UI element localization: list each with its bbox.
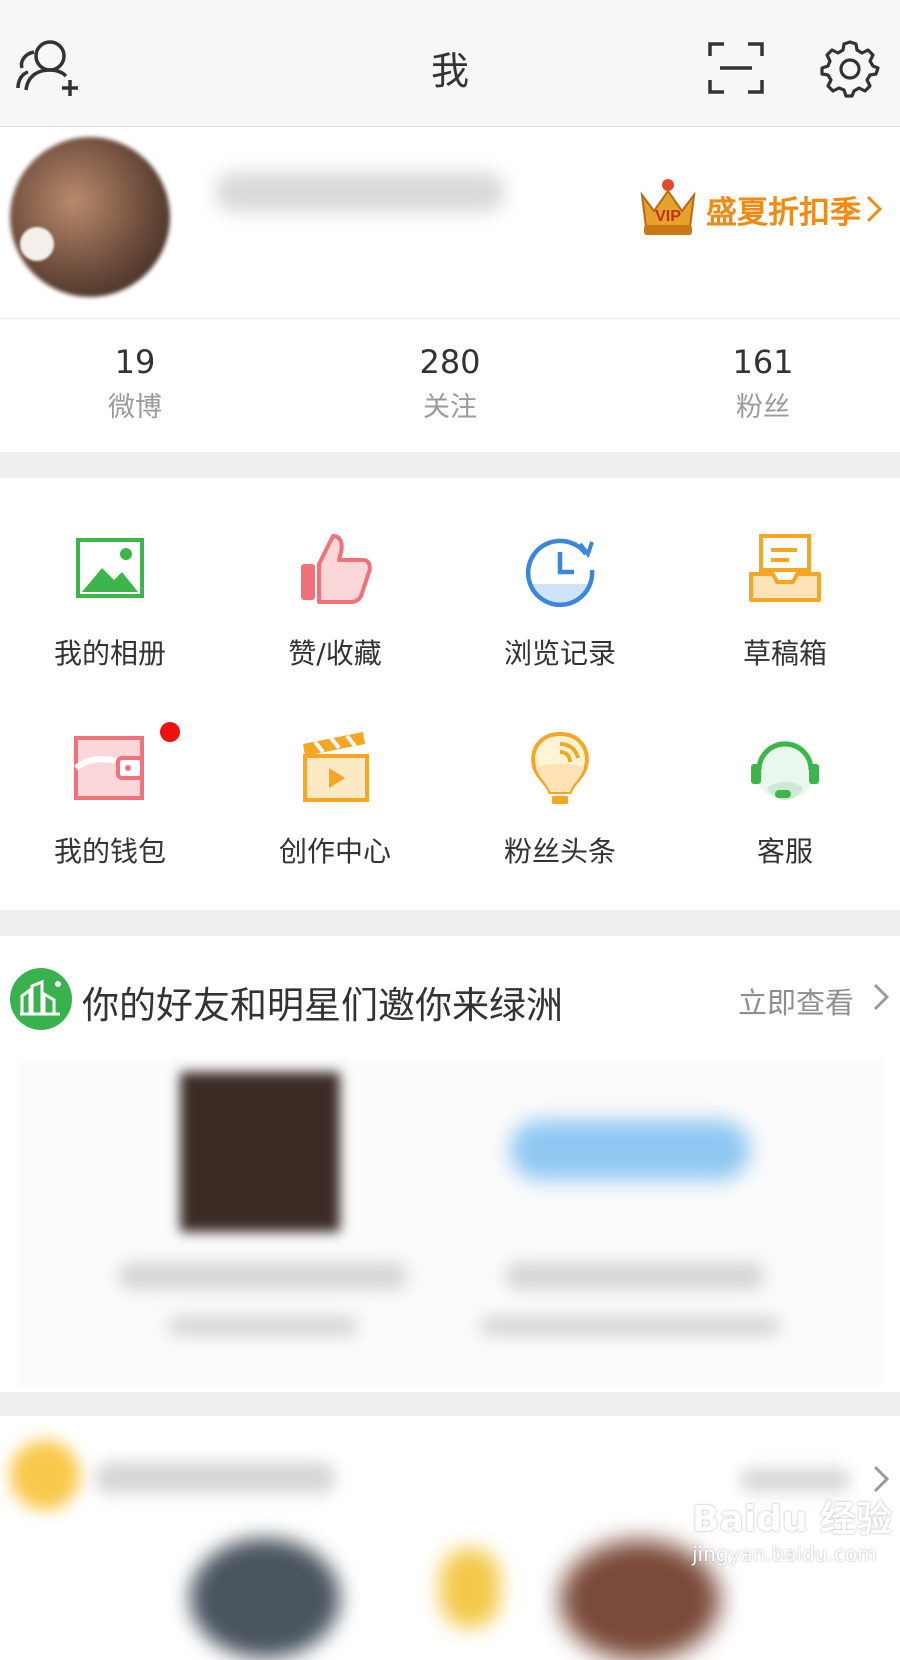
username-blurred <box>215 172 505 212</box>
grid-label-drafts: 草稿箱 <box>742 637 827 670</box>
thumbs-up-icon <box>301 534 372 604</box>
grid-label-fans-headline: 粉丝头条 <box>503 835 616 868</box>
blurred-avatar <box>440 1548 500 1628</box>
chevron-right-icon[interactable] <box>872 982 890 1012</box>
grid-label-album: 我的相册 <box>53 637 166 670</box>
stats-bar: 19 微博 280 关注 161 粉丝 <box>0 318 900 453</box>
stat-following-count: 280 <box>419 343 481 381</box>
baidu-watermark: Baidu 经验 jingyan.baidu.com <box>692 1490 892 1566</box>
grid-item-likes[interactable]: 赞/收藏 <box>225 530 445 672</box>
grid-item-drafts[interactable]: 草稿箱 <box>675 530 895 672</box>
oasis-card-image-blurred <box>180 1072 340 1232</box>
watermark-url: jingyan.baidu.com <box>692 1542 877 1566</box>
stat-weibo-count: 19 <box>114 343 156 381</box>
blurred-text-line <box>95 1462 335 1494</box>
section-divider <box>0 910 900 936</box>
grid-item-history[interactable]: 浏览记录 <box>450 530 670 672</box>
oasis-card-button-blurred <box>510 1120 750 1180</box>
wallet-icon <box>74 736 144 800</box>
grid-item-fans-headline[interactable]: 粉丝头条 <box>450 728 670 870</box>
section-divider <box>0 452 900 478</box>
grid-item-wallet[interactable]: 我的钱包 <box>0 728 220 870</box>
stat-followers-label: 粉丝 <box>736 392 790 423</box>
blurred-section-icon <box>10 1440 80 1510</box>
oasis-logo-icon <box>10 968 72 1030</box>
vip-crown-icon: VIP <box>640 179 696 235</box>
chevron-right-icon <box>866 195 883 223</box>
stat-following[interactable]: 280 关注 <box>370 343 530 424</box>
grid-item-album[interactable]: 我的相册 <box>0 530 220 672</box>
grid-item-customer-service[interactable]: 客服 <box>675 728 895 870</box>
blurred-text-line <box>118 1262 408 1290</box>
clapperboard-icon <box>303 732 369 802</box>
stat-weibo[interactable]: 19 微博 <box>55 343 215 424</box>
stat-followers[interactable]: 161 粉丝 <box>683 343 843 424</box>
profile-section[interactable]: VIP 盛夏折扣季 <box>0 127 900 317</box>
grid-label-creator: 创作中心 <box>278 835 391 868</box>
watermark-brand: Baidu 经验 <box>692 1499 893 1540</box>
lightbulb-icon <box>531 731 589 804</box>
grid-label-wallet: 我的钱包 <box>53 835 166 868</box>
oasis-view-now-link[interactable]: 立即查看 <box>738 980 854 1022</box>
oasis-link-label: 立即查看 <box>738 986 855 1020</box>
photo-album-icon <box>76 538 144 598</box>
blurred-text-line <box>168 1316 358 1336</box>
blurred-text-line <box>480 1316 780 1336</box>
page-title: 我 <box>430 49 469 93</box>
history-clock-icon <box>525 538 595 608</box>
grid-label-history: 浏览记录 <box>503 637 616 670</box>
grid-label-customer-service: 客服 <box>756 835 813 868</box>
scan-icon[interactable] <box>708 42 764 94</box>
grid-item-creator[interactable]: 创作中心 <box>225 728 445 870</box>
stat-followers-count: 161 <box>732 343 794 381</box>
stat-following-label: 关注 <box>423 392 477 423</box>
grid-label-likes: 赞/收藏 <box>288 637 382 670</box>
vip-promo-link[interactable]: VIP 盛夏折扣季 <box>636 177 883 241</box>
avatar[interactable] <box>10 137 170 297</box>
blurred-avatar <box>190 1538 340 1658</box>
svg-text:VIP: VIP <box>655 208 681 225</box>
headset-icon <box>751 740 819 800</box>
avatar-dog-detail <box>20 227 54 261</box>
oasis-cards-blurred[interactable] <box>18 1058 882 1388</box>
top-bar: 我 <box>0 0 900 127</box>
settings-gear-icon[interactable] <box>820 38 880 98</box>
wallet-notification-badge <box>160 722 180 742</box>
blurred-text-line <box>740 1468 850 1492</box>
promo-label: 盛夏折扣季 <box>706 194 861 231</box>
stat-weibo-label: 微博 <box>108 392 162 423</box>
oasis-invite-title: 你的好友和明星们邀你来绿洲 <box>82 984 563 1027</box>
section-divider <box>0 1392 900 1416</box>
blurred-text-line <box>505 1262 765 1290</box>
drafts-tray-icon <box>749 534 821 602</box>
